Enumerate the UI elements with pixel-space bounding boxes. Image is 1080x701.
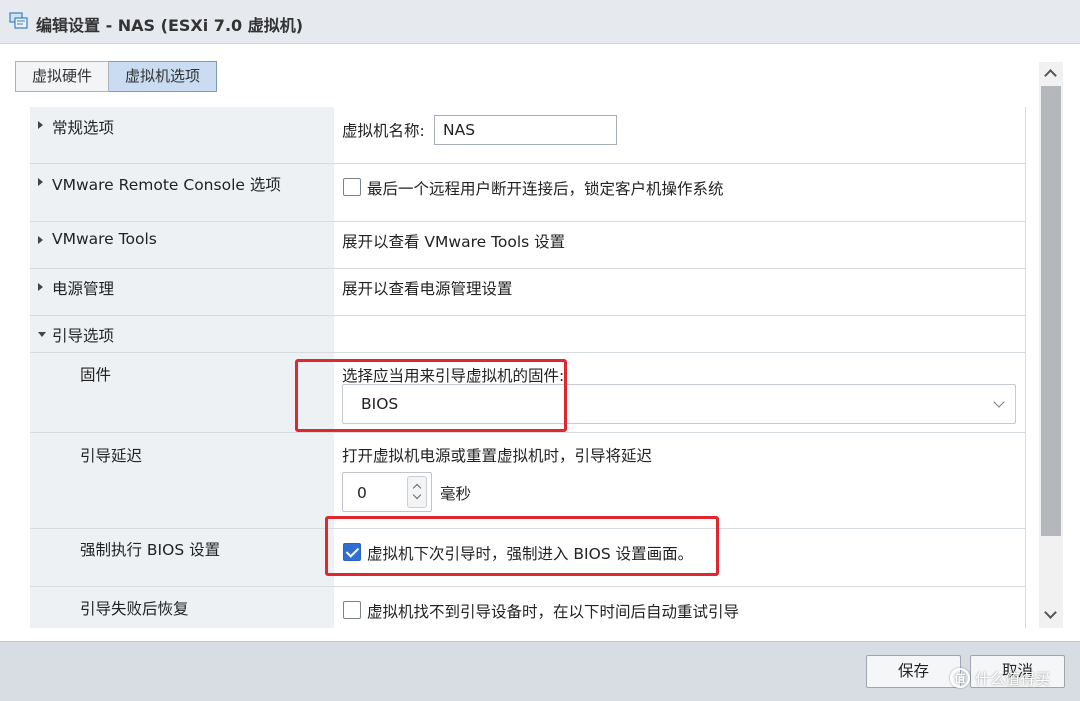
tab-virtual-hardware[interactable]: 虚拟硬件 — [15, 61, 110, 92]
scroll-down-icon[interactable] — [1044, 606, 1057, 619]
chevron-down-icon — [993, 396, 1005, 408]
section-label-vmrc: VMware Remote Console 选项 — [52, 176, 281, 194]
expand-arrow-icon — [38, 236, 43, 244]
boot-delay-prompt: 打开虚拟机电源或重置虚拟机时，引导将延迟 — [342, 447, 653, 465]
section-header-boot[interactable]: 引导选项 — [30, 316, 334, 352]
watermark-logo-icon: 值 — [950, 668, 970, 688]
section-header-general[interactable]: 常规选项 — [30, 107, 334, 163]
watermark: 值 什么值得买 — [950, 666, 1050, 690]
row-failed-boot-recovery: 引导失败后恢复 虚拟机找不到引导设备时，在以下时间后自动重试引导 — [30, 587, 1026, 628]
dialog-title: 编辑设置 - NAS (ESXi 7.0 虚拟机) — [36, 16, 304, 35]
dialog-titlebar: 编辑设置 - NAS (ESXi 7.0 虚拟机) — [0, 0, 1080, 44]
row-vmware-tools: VMware Tools 展开以查看 VMware Tools 设置 — [30, 222, 1026, 269]
section-header-vmrc[interactable]: VMware Remote Console 选项 — [30, 164, 334, 221]
row-general-options: 常规选项 虚拟机名称: NAS — [30, 107, 1026, 164]
row-vmrc-options: VMware Remote Console 选项 最后一个远程用户断开连接后，锁… — [30, 164, 1026, 222]
save-button[interactable]: 保存 — [866, 655, 961, 688]
vm-name-input[interactable]: NAS — [434, 115, 617, 145]
collapse-arrow-icon — [38, 332, 46, 337]
firmware-label: 固件 — [80, 366, 112, 384]
section-header-power[interactable]: 电源管理 — [30, 269, 334, 315]
tab-bar: 虚拟硬件 虚拟机选项 — [15, 61, 218, 92]
lock-guest-label: 最后一个远程用户断开连接后，锁定客户机操作系统 — [367, 180, 724, 198]
section-label-boot: 引导选项 — [52, 327, 115, 345]
tools-hint: 展开以查看 VMware Tools 设置 — [342, 233, 566, 251]
power-hint: 展开以查看电源管理设置 — [342, 280, 513, 298]
force-bios-label: 强制执行 BIOS 设置 — [80, 541, 221, 559]
vertical-scrollbar[interactable] — [1039, 62, 1063, 628]
scroll-up-icon[interactable] — [1044, 69, 1057, 82]
scrollbar-thumb[interactable] — [1041, 86, 1061, 536]
row-boot-options: 引导选项 — [30, 316, 1026, 353]
failed-recovery-checkbox-label: 虚拟机找不到引导设备时，在以下时间后自动重试引导 — [367, 603, 740, 621]
stepper-buttons[interactable] — [407, 476, 427, 508]
tab-vm-options[interactable]: 虚拟机选项 — [109, 61, 218, 92]
expand-arrow-icon — [38, 178, 43, 186]
boot-delay-value: 0 — [357, 484, 367, 502]
expand-arrow-icon — [38, 121, 43, 129]
expand-arrow-icon — [38, 283, 43, 291]
section-label-general: 常规选项 — [52, 119, 115, 137]
row-power-management: 电源管理 展开以查看电源管理设置 — [30, 269, 1026, 316]
vm-settings-icon — [9, 12, 28, 29]
failed-recovery-label: 引导失败后恢复 — [80, 600, 189, 618]
section-header-tools[interactable]: VMware Tools — [30, 222, 334, 268]
section-label-power: 电源管理 — [52, 280, 115, 298]
boot-delay-label: 引导延迟 — [80, 447, 143, 465]
section-label-tools: VMware Tools — [52, 230, 157, 248]
boot-delay-unit: 毫秒 — [440, 485, 472, 503]
vm-name-label: 虚拟机名称: — [342, 122, 425, 140]
row-boot-delay: 引导延迟 打开虚拟机电源或重置虚拟机时，引导将延迟 0 毫秒 — [30, 433, 1026, 529]
chevron-down-icon[interactable] — [412, 490, 422, 500]
highlight-box-force-bios — [325, 516, 719, 576]
failed-recovery-checkbox[interactable] — [343, 601, 361, 619]
boot-delay-stepper[interactable]: 0 — [342, 472, 432, 512]
highlight-box-firmware — [295, 359, 567, 432]
watermark-text: 什么值得买 — [975, 669, 1051, 688]
lock-guest-checkbox[interactable] — [343, 178, 361, 196]
dialog-footer: 保存 取消 — [0, 641, 1080, 701]
